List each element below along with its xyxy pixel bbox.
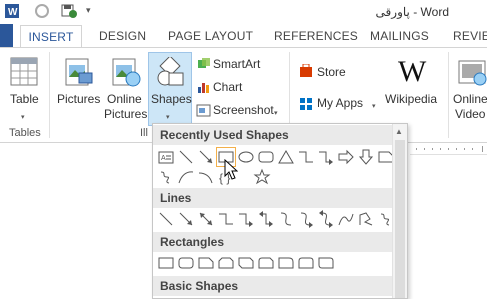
arc-shape[interactable] <box>197 168 215 186</box>
screenshot-dropdown-caret[interactable]: ▾ <box>274 106 278 121</box>
elbow-connector-shape[interactable] <box>297 148 315 166</box>
curve-shape[interactable] <box>177 168 195 186</box>
scribble-shape[interactable] <box>157 168 175 186</box>
elbow-connector-shape[interactable] <box>217 210 235 228</box>
curve-shape[interactable] <box>337 210 355 228</box>
screenshot-icon[interactable] <box>196 103 212 122</box>
my-apps-button[interactable]: My Apps <box>317 96 363 111</box>
chart-button[interactable]: Chart <box>213 80 242 95</box>
elbow-arrow-connector-shape[interactable] <box>317 148 335 166</box>
rounded-rectangle-shape[interactable] <box>257 148 275 166</box>
online-pictures-line2[interactable]: Pictures <box>104 107 147 122</box>
my-apps-icon[interactable] <box>299 97 313 114</box>
pictures-icon[interactable] <box>64 57 94 90</box>
snip-single-corner-rectangle-shape[interactable] <box>197 254 215 272</box>
undo-icon[interactable] <box>34 3 50 22</box>
my-apps-dropdown-caret[interactable]: ▾ <box>372 99 376 114</box>
curved-connector-shape[interactable] <box>277 210 295 228</box>
snip-same-side-corner-rectangle-shape[interactable] <box>217 254 235 272</box>
svg-text:W: W <box>8 7 18 18</box>
online-video-icon[interactable] <box>458 57 487 90</box>
triangle-shape[interactable] <box>277 148 295 166</box>
line-arrow-shape[interactable] <box>197 148 215 166</box>
screenshot-button[interactable]: Screenshot <box>213 103 274 118</box>
line-arrow-shape[interactable] <box>177 210 195 228</box>
scroll-up-arrow-icon[interactable]: ▲ <box>395 127 403 136</box>
wikipedia-button[interactable]: Wikipedia <box>385 92 437 107</box>
tab-design[interactable]: DESIGN <box>99 29 146 43</box>
group-separator <box>448 52 449 138</box>
tab-references[interactable]: REFERENCES <box>274 29 358 43</box>
group-separator <box>49 52 50 138</box>
tab-page-layout[interactable]: PAGE LAYOUT <box>168 29 253 43</box>
curved-double-arrow-connector-shape[interactable] <box>317 210 335 228</box>
down-arrow-shape[interactable] <box>357 148 375 166</box>
smartart-button[interactable]: SmartArt <box>213 57 260 72</box>
tab-review[interactable]: REVIEW <box>453 29 487 43</box>
ribbon-tabs: INSERT DESIGN PAGE LAYOUT REFERENCES MAI… <box>0 24 487 48</box>
chart-icon[interactable] <box>197 80 211 97</box>
section-header-basic-shapes: Basic Shapes <box>153 276 393 296</box>
round-same-side-corner-rectangle-shape[interactable] <box>297 254 315 272</box>
tab-file[interactable] <box>0 24 13 47</box>
online-video-line1[interactable]: Online <box>453 92 487 107</box>
section-header-recent: Recently Used Shapes <box>153 125 393 145</box>
oval-shape[interactable] <box>237 148 255 166</box>
word-app-icon[interactable]: W <box>4 3 20 22</box>
title-bar: W ▾ پاورقی - Word <box>0 0 487 24</box>
elbow-double-arrow-connector-shape[interactable] <box>257 210 275 228</box>
snip-diagonal-corner-rectangle-shape[interactable] <box>237 254 255 272</box>
elbow-arrow-connector-shape[interactable] <box>237 210 255 228</box>
line-shape[interactable] <box>157 210 175 228</box>
gallery-scrollbar[interactable]: ▲ <box>392 124 407 298</box>
scrollbar-thumb[interactable] <box>395 140 405 298</box>
double-arrow-line-shape[interactable] <box>197 210 215 228</box>
online-pictures-line1[interactable]: Online <box>107 92 142 107</box>
text-box-shape[interactable]: A <box>157 148 175 166</box>
curved-arrow-connector-shape[interactable] <box>297 210 315 228</box>
section-header-lines: Lines <box>153 188 393 208</box>
shapes-icon[interactable] <box>155 55 185 90</box>
group-label-tables: Tables <box>9 127 41 139</box>
snip-and-round-rectangle-shape[interactable] <box>257 254 275 272</box>
table-icon[interactable] <box>10 57 38 90</box>
star-shape[interactable] <box>253 168 271 186</box>
right-arrow-shape[interactable] <box>337 148 355 166</box>
online-pictures-icon[interactable] <box>111 57 141 90</box>
smartart-icon[interactable] <box>197 57 211 74</box>
wikipedia-icon[interactable]: W <box>398 55 426 89</box>
round-diagonal-corner-rectangle-shape[interactable] <box>317 254 335 272</box>
window-title: پاورقی - Word <box>375 5 449 19</box>
round-single-corner-rectangle-shape[interactable] <box>277 254 295 272</box>
svg-text:A: A <box>161 155 166 162</box>
save-icon[interactable] <box>60 3 78 22</box>
rounded-rectangle-shape[interactable] <box>177 254 195 272</box>
table-dropdown-caret[interactable]: ▾ <box>21 110 25 125</box>
horizontal-ruler <box>410 143 487 155</box>
group-label-illustrations: Ill <box>140 127 148 139</box>
freeform-shape[interactable] <box>357 210 375 228</box>
mouse-pointer-icon <box>224 158 239 184</box>
store-icon[interactable] <box>299 63 313 81</box>
customize-quick-access-icon[interactable]: ▾ <box>86 5 91 16</box>
shapes-label[interactable]: Shapes <box>151 92 192 107</box>
shapes-gallery: Recently Used Shapes A { } Lines Rectang… <box>152 123 408 299</box>
store-button[interactable]: Store <box>317 65 346 80</box>
section-header-rectangles: Rectangles <box>153 232 393 252</box>
pictures-button[interactable]: Pictures <box>57 92 100 107</box>
table-button[interactable]: Table <box>10 92 39 107</box>
online-video-line2[interactable]: Video <box>455 107 485 122</box>
rectangle-shape[interactable] <box>157 254 175 272</box>
tab-mailings[interactable]: MAILINGS <box>370 29 429 43</box>
tab-insert[interactable]: INSERT <box>20 25 82 48</box>
line-shape[interactable] <box>177 148 195 166</box>
